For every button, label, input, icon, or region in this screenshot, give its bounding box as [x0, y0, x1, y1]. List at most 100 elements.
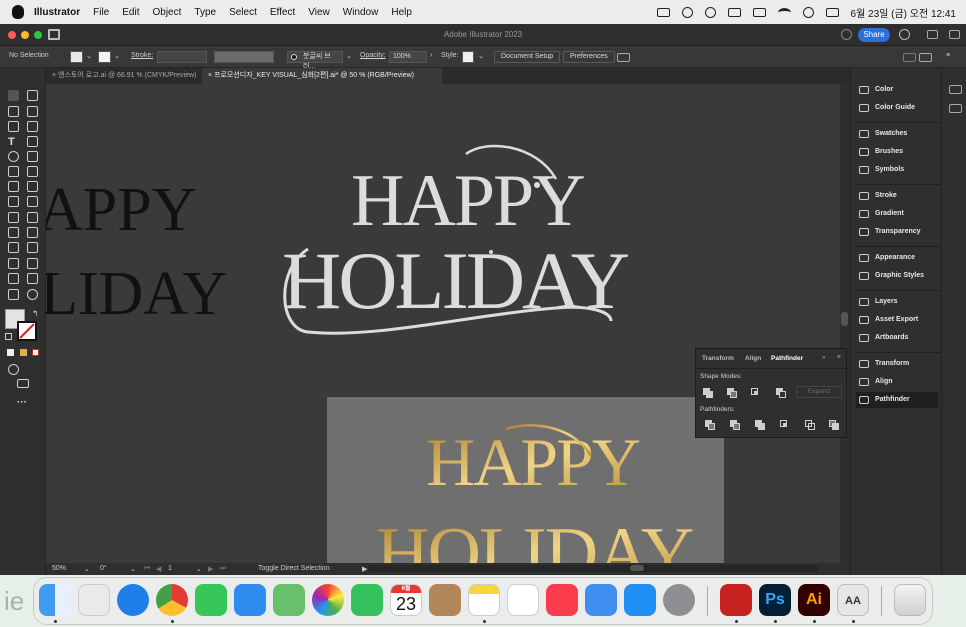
music-icon[interactable]	[546, 584, 578, 616]
creative-cloud-icon[interactable]	[681, 6, 693, 18]
panel-appearance[interactable]: Appearance	[856, 250, 938, 266]
photoshop-icon[interactable]: Ps	[759, 584, 791, 616]
launchpad-icon[interactable]	[78, 584, 110, 616]
fill-dropdown-icon[interactable]: ⌄	[86, 52, 92, 60]
panel-stroke[interactable]: Stroke	[856, 188, 938, 204]
panel-pathfinder[interactable]: Pathfinder	[856, 392, 938, 408]
minus-back-button[interactable]	[829, 420, 839, 430]
illustrator-icon[interactable]: Ai	[798, 584, 830, 616]
tab-align[interactable]: Align	[745, 355, 761, 362]
ellipse-tool-icon[interactable]	[8, 151, 19, 162]
eyedropper-tool-icon[interactable]	[8, 242, 19, 253]
panel-layers[interactable]: Layers	[856, 294, 938, 310]
acrobat-icon[interactable]	[720, 584, 752, 616]
gradient-tool-icon[interactable]	[27, 227, 38, 238]
libraries-icon[interactable]	[949, 104, 962, 113]
zoom-dropdown-icon[interactable]: ⌄	[84, 565, 90, 573]
chrome-icon[interactable]	[156, 584, 188, 616]
battery-icon[interactable]	[752, 7, 766, 17]
rotation-dropdown-icon[interactable]: ⌄	[130, 565, 136, 573]
merge-button[interactable]	[755, 420, 765, 430]
panel-color-guide[interactable]: Color Guide	[856, 100, 938, 116]
align-options-icon[interactable]	[919, 53, 932, 62]
collapse-panel-icon[interactable]: »	[822, 354, 826, 361]
status-menu-icon[interactable]: ▶	[362, 565, 367, 573]
trim-button[interactable]	[730, 420, 740, 430]
trash-icon[interactable]	[894, 584, 926, 616]
draw-mode-icon[interactable]	[8, 364, 19, 375]
panel-transparency[interactable]: Transparency	[856, 224, 938, 240]
app-store-icon[interactable]	[624, 584, 656, 616]
artboard-tool-icon[interactable]	[8, 273, 19, 284]
share-button[interactable]: Share	[858, 28, 890, 42]
play-icon[interactable]	[704, 6, 716, 18]
hand-tool-icon[interactable]	[8, 289, 19, 300]
variable-width-profile[interactable]	[214, 51, 274, 63]
panel-toggle-icon[interactable]	[949, 30, 960, 39]
horizontal-scrollbar-thumb[interactable]	[630, 565, 644, 571]
divide-button[interactable]	[705, 420, 715, 430]
arrange-documents-icon[interactable]	[617, 53, 630, 62]
opacity-field[interactable]: 100%	[389, 51, 427, 63]
panel-graphic-styles[interactable]: Graphic Styles	[856, 268, 938, 284]
curvature-tool-icon[interactable]	[27, 121, 38, 132]
input-source-icon[interactable]	[727, 7, 741, 17]
style-dropdown-icon[interactable]: ⌄	[478, 52, 484, 60]
panel-swatches[interactable]: Swatches	[856, 126, 938, 142]
panel-brushes[interactable]: Brushes	[856, 144, 938, 160]
preferences-button[interactable]: Preferences	[563, 51, 615, 63]
properties-icon[interactable]	[949, 85, 962, 94]
keynote-icon[interactable]	[585, 584, 617, 616]
selection-tool-icon[interactable]	[8, 90, 19, 101]
artboard-dropdown-icon[interactable]: ⌄	[196, 565, 202, 573]
panel-transform[interactable]: Transform	[856, 356, 938, 372]
exclude-button[interactable]	[776, 388, 786, 398]
expand-button[interactable]: Expand	[796, 386, 842, 398]
canvas[interactable]: APPY LIDAY HAPPY HOLIDAY HAPPY HOLIDAY	[46, 84, 840, 563]
menu-select[interactable]: Select	[229, 7, 257, 18]
freeform-icon[interactable]	[507, 584, 539, 616]
control-center-icon[interactable]	[825, 7, 839, 17]
artboard-number[interactable]: 1	[168, 565, 172, 572]
scale-tool-icon[interactable]	[27, 181, 38, 192]
slice-tool-icon[interactable]	[27, 273, 38, 284]
first-artboard-icon[interactable]: ⏮	[144, 565, 150, 573]
stroke-dropdown-icon[interactable]: ⌄	[114, 52, 120, 60]
artwork-partial-line1[interactable]: APPY	[46, 176, 197, 244]
stroke-weight-field[interactable]	[157, 51, 207, 63]
close-tab-icon[interactable]: ×	[52, 72, 56, 79]
zoom-tool-icon[interactable]	[27, 289, 38, 300]
edit-toolbar-icon[interactable]: ···	[17, 397, 27, 408]
rotation-value[interactable]: 0°	[100, 565, 107, 572]
panel-asset-export[interactable]: Asset Export	[856, 312, 938, 328]
vertical-scrollbar-thumb[interactable]	[841, 312, 848, 326]
control-bar-menu-icon[interactable]: ≡	[946, 52, 950, 59]
menu-file[interactable]: File	[93, 7, 109, 18]
rotate-tool-icon[interactable]	[8, 181, 19, 192]
menu-view[interactable]: View	[308, 7, 330, 18]
menu-type[interactable]: Type	[194, 7, 216, 18]
previous-artboard-icon[interactable]: ◀	[156, 565, 161, 573]
menu-app-name[interactable]: Illustrator	[34, 7, 80, 18]
notes-icon[interactable]	[468, 584, 500, 616]
mesh-tool-icon[interactable]	[8, 227, 19, 238]
artwork-gold-happy-text[interactable]: HAPPY	[426, 424, 642, 500]
close-tab-icon[interactable]: ×	[208, 72, 212, 79]
panel-artboards[interactable]: Artboards	[856, 330, 938, 346]
menu-edit[interactable]: Edit	[122, 7, 139, 18]
screen-mode-icon[interactable]	[17, 379, 29, 388]
dictionary-icon[interactable]: AA	[837, 584, 869, 616]
vertical-scrollbar[interactable]	[840, 84, 850, 563]
last-artboard-icon[interactable]: ⏭	[220, 565, 226, 573]
document-setup-button[interactable]: Document Setup	[494, 51, 561, 63]
panel-menu-icon[interactable]: ≡	[837, 354, 841, 361]
panel-gradient[interactable]: Gradient	[856, 206, 938, 222]
cloud-status-icon[interactable]	[841, 29, 852, 40]
document-tab-2[interactable]: × 프로모션디자_KEY VISUAL_심화[2편].ai* @ 50 % (R…	[202, 68, 442, 95]
column-graph-tool-icon[interactable]	[27, 258, 38, 269]
calendar-icon[interactable]: 6월 23	[390, 584, 422, 616]
screen-mirroring-icon[interactable]	[656, 7, 670, 17]
mail-icon[interactable]	[234, 584, 266, 616]
blend-tool-icon[interactable]	[27, 242, 38, 253]
workspace-switcher-icon[interactable]	[927, 30, 938, 39]
